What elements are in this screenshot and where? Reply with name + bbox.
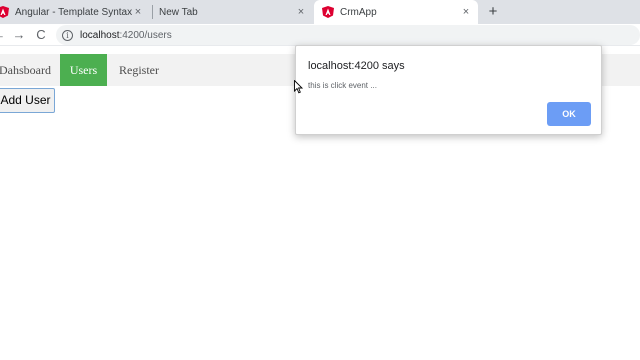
browser-toolbar: ← → C i localhost:4200/users xyxy=(0,24,640,46)
add-user-button[interactable]: Add User xyxy=(0,88,55,113)
forward-button[interactable]: → xyxy=(10,26,28,44)
tab-angular-template-syntax[interactable]: Angular - Template Syntax × xyxy=(0,0,150,24)
close-icon[interactable]: × xyxy=(460,6,472,18)
url-host: localhost xyxy=(80,29,120,41)
address-bar[interactable]: i localhost:4200/users xyxy=(56,25,640,45)
dialog-title: localhost:4200 says xyxy=(308,60,405,72)
new-tab-button[interactable]: + xyxy=(484,3,502,21)
info-icon[interactable]: i xyxy=(62,29,73,41)
angular-icon xyxy=(0,6,9,18)
tab-title: New Tab xyxy=(159,6,198,18)
tab-crmapp[interactable]: CrmApp × xyxy=(314,0,478,24)
mouse-pointer-icon xyxy=(294,80,304,94)
nav-link-users[interactable]: Users xyxy=(60,54,107,86)
tab-strip: Angular - Template Syntax × New Tab × Cr… xyxy=(0,0,640,24)
back-button[interactable]: ← xyxy=(0,26,8,44)
nav-link-register[interactable]: Register xyxy=(119,54,159,86)
dialog-message: this is click event ... xyxy=(308,81,377,90)
ok-button[interactable]: OK xyxy=(547,102,591,126)
url-path: :4200/users xyxy=(119,29,172,41)
reload-button[interactable]: C xyxy=(32,26,50,44)
alert-dialog: localhost:4200 says this is click event … xyxy=(295,45,602,135)
angular-icon xyxy=(322,6,334,18)
url-text: localhost:4200/users xyxy=(80,30,172,41)
nav-link-dashboard[interactable]: Dahsboard xyxy=(0,54,51,86)
tab-title: CrmApp xyxy=(340,6,377,18)
close-icon[interactable]: × xyxy=(295,6,307,18)
tab-new-tab[interactable]: New Tab × xyxy=(153,0,313,24)
close-icon[interactable]: × xyxy=(132,6,144,18)
tab-title: Angular - Template Syntax xyxy=(15,6,133,18)
